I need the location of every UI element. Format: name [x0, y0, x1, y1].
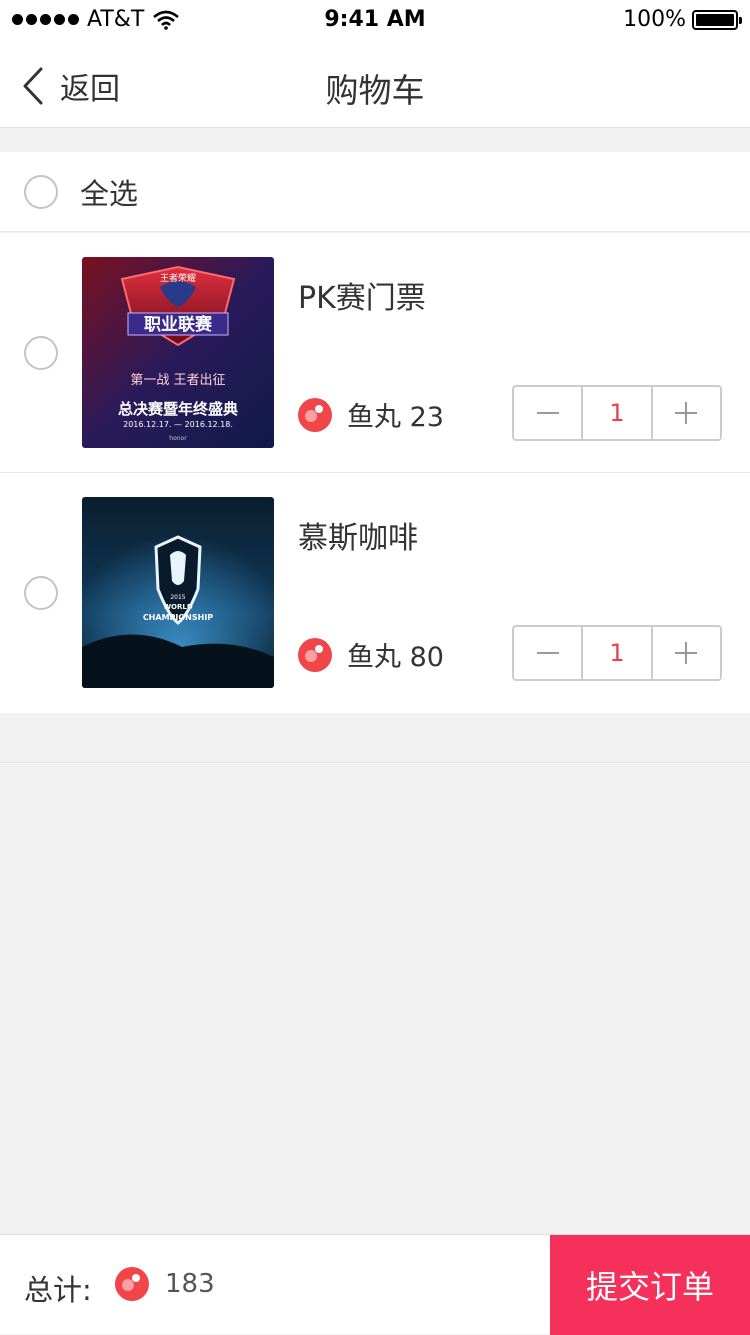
mousse-coffee-image: 2015 WORLD CHAMPIONSHIP: [82, 497, 274, 688]
back-button[interactable]: 返回: [22, 64, 120, 108]
svg-text:WORLD: WORLD: [163, 603, 193, 611]
total-label: 总计:: [24, 1273, 92, 1307]
battery-indicator: 100%: [623, 7, 742, 32]
total-value: 183: [165, 1269, 215, 1299]
item-select-radio[interactable]: [24, 576, 58, 610]
product-name: 慕斯咖啡: [298, 521, 418, 556]
decrease-button[interactable]: [514, 627, 581, 679]
fishball-coin-icon: [298, 637, 332, 672]
quantity-value[interactable]: 1: [581, 387, 653, 439]
svg-text:CHAMPIONSHIP: CHAMPIONSHIP: [143, 613, 213, 622]
battery-icon: [692, 9, 742, 30]
back-label: 返回: [60, 72, 120, 107]
svg-text:2016.12.17. — 2016.12.18.: 2016.12.17. — 2016.12.18.: [123, 420, 233, 429]
product-name: PK赛门票: [298, 281, 426, 316]
plus-icon: [675, 642, 698, 664]
item-select-radio[interactable]: [24, 336, 58, 370]
checkout-bar: 总计: 183 提交订单: [0, 1234, 750, 1335]
chevron-left-icon: [23, 67, 43, 105]
decrease-button[interactable]: [514, 387, 581, 439]
quantity-stepper: 1: [512, 625, 722, 681]
fishball-coin-icon: [298, 397, 332, 432]
select-all-label: 全选: [80, 176, 139, 211]
svg-text:总决赛暨年终盛典: 总决赛暨年终盛典: [118, 400, 238, 418]
cart-item: 王者荣耀 职业联赛 第一战 王者出征 总决赛暨年终盛典 2016.12.17. …: [0, 233, 750, 473]
fishball-coin-icon: [115, 1267, 149, 1301]
price-label: 鱼丸 23: [347, 402, 444, 433]
divider: [0, 762, 750, 763]
price-label: 鱼丸 80: [347, 642, 444, 673]
increase-button[interactable]: [653, 387, 720, 439]
product-price: 鱼丸 23: [298, 395, 444, 434]
product-thumbnail[interactable]: 2015 WORLD CHAMPIONSHIP: [82, 497, 274, 688]
svg-text:第一战 王者出征: 第一战 王者出征: [130, 373, 225, 388]
svg-text:王者荣耀: 王者荣耀: [160, 272, 196, 284]
status-bar: AT&T 9:41 AM 100%: [0, 0, 750, 40]
product-price: 鱼丸 80: [298, 635, 444, 674]
pk-ticket-image: 王者荣耀 职业联赛 第一战 王者出征 总决赛暨年终盛典 2016.12.17. …: [82, 257, 274, 448]
product-thumbnail[interactable]: 王者荣耀 职业联赛 第一战 王者出征 总决赛暨年终盛典 2016.12.17. …: [82, 257, 274, 448]
select-all-radio[interactable]: [24, 174, 58, 209]
quantity-value[interactable]: 1: [581, 627, 653, 679]
increase-button[interactable]: [653, 627, 720, 679]
svg-text:职业联赛: 职业联赛: [144, 314, 213, 335]
cart-item: 2015 WORLD CHAMPIONSHIP 慕斯咖啡 鱼丸 80 1: [0, 473, 750, 713]
quantity-stepper: 1: [512, 385, 722, 441]
minus-icon: [536, 652, 559, 654]
plus-icon: [675, 402, 698, 424]
minus-icon: [536, 412, 559, 414]
battery-percentage: 100%: [623, 7, 686, 32]
submit-order-button[interactable]: 提交订单: [550, 1235, 750, 1335]
select-all-row[interactable]: 全选: [0, 152, 750, 232]
navigation-bar: 返回 购物车: [0, 40, 750, 128]
svg-text:honor: honor: [169, 435, 187, 442]
svg-text:2015: 2015: [170, 594, 185, 601]
